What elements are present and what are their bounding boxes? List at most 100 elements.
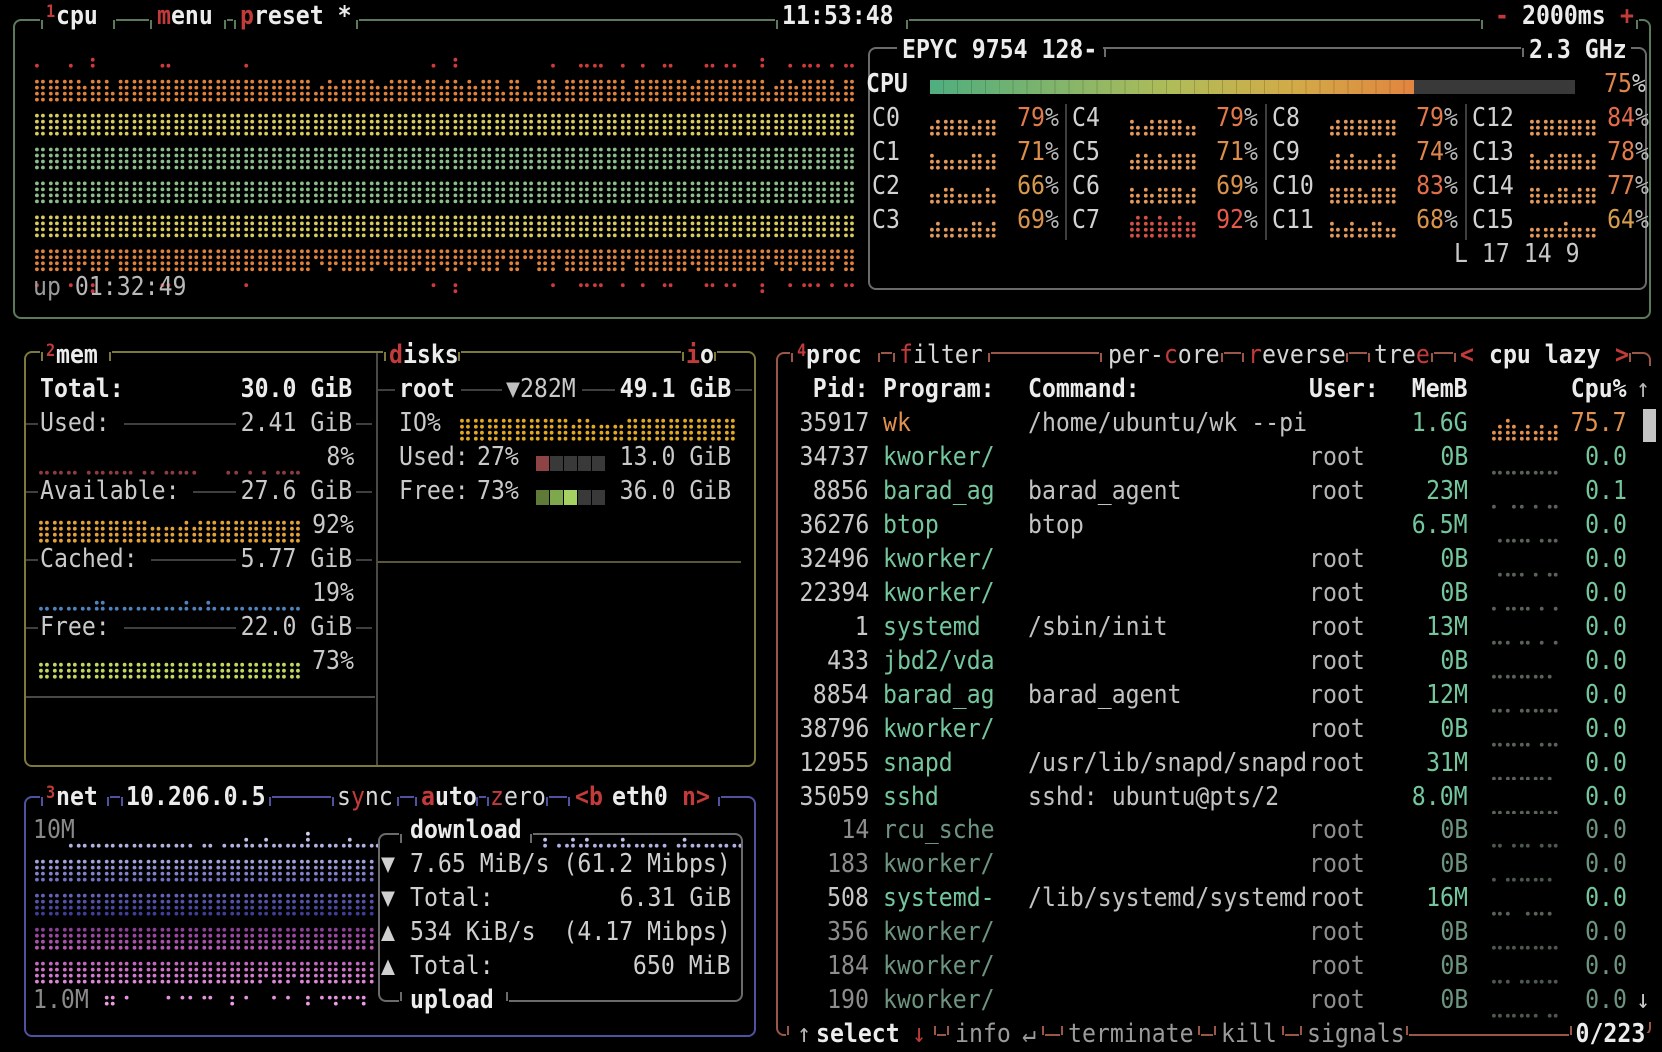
proc-row-user: root xyxy=(1309,611,1365,642)
proc-col-program[interactable]: Program: xyxy=(883,373,995,407)
proc-row-program[interactable]: snapd xyxy=(883,747,953,781)
proc-row-graph xyxy=(1492,606,1558,611)
proc-row-user: root xyxy=(1309,747,1365,778)
proc-row-pid[interactable]: 190 xyxy=(827,984,869,1018)
proc-row-program[interactable]: barad_ag xyxy=(883,475,995,509)
proc-row-pid[interactable]: 8854 xyxy=(813,679,869,713)
proc-row-program[interactable]: kworker/ xyxy=(883,543,995,577)
proc-row-user: root xyxy=(1309,883,1365,914)
proc-row-program[interactable]: kworker/ xyxy=(883,916,995,950)
proc-row-cpu: 0.0 xyxy=(1585,781,1627,812)
proc-row-graph xyxy=(1492,946,1558,950)
proc-row-graph xyxy=(1492,912,1552,916)
proc-row-pid[interactable]: 433 xyxy=(827,645,869,679)
menu-button[interactable]: menu xyxy=(157,0,213,34)
proc-row-pid[interactable]: 8856 xyxy=(813,475,869,509)
net-iface-next-button[interactable]: n> xyxy=(682,781,710,815)
proc-row-program[interactable]: kworker/ xyxy=(883,848,995,882)
proc-row-pid[interactable]: 184 xyxy=(827,950,869,984)
net-zero-button[interactable]: zero xyxy=(490,781,546,815)
proc-row-pid[interactable]: 14 xyxy=(841,814,869,848)
proc-row-pid[interactable]: 12955 xyxy=(799,747,869,781)
proc-scrollbar-thumb[interactable] xyxy=(1643,409,1656,442)
disks-io-button[interactable]: io xyxy=(686,339,714,373)
download-speed-bits: (61.2 Mibps) xyxy=(563,849,731,880)
proc-kill-button[interactable]: kill xyxy=(1221,1018,1277,1052)
proc-signals-button[interactable]: signals xyxy=(1307,1018,1405,1052)
core-pct: 69% xyxy=(1017,204,1059,235)
proc-col-cpu[interactable]: Cpu% xyxy=(1571,373,1627,407)
proc-row-mem: 1.6G xyxy=(1412,408,1468,439)
border-stub xyxy=(234,20,236,29)
proc-col-mem[interactable]: MemB xyxy=(1412,373,1468,407)
proc-row-program[interactable]: systemd xyxy=(883,611,981,645)
disk-used-label: Used: xyxy=(399,442,469,473)
net-auto-button[interactable]: auto xyxy=(421,781,477,815)
clock: 11:53:48 xyxy=(782,1,894,31)
proc-reverse-button[interactable]: reverse xyxy=(1248,339,1346,373)
proc-row-program[interactable]: jbd2/vda xyxy=(883,645,995,679)
proc-row-program[interactable]: btop xyxy=(883,509,939,543)
proc-sort-prev-button[interactable]: < xyxy=(1460,339,1474,373)
proc-filter-button[interactable]: filter xyxy=(899,339,983,373)
proc-row-pid[interactable]: 32496 xyxy=(799,543,869,577)
proc-row-pid[interactable]: 22394 xyxy=(799,577,869,611)
proc-row-program[interactable]: barad_ag xyxy=(883,679,995,713)
proc-select-label: select xyxy=(816,1019,900,1050)
proc-row-pid[interactable]: 35917 xyxy=(799,407,869,441)
proc-col-pid[interactable]: Pid: xyxy=(813,373,869,407)
proc-sort-next-button[interactable]: > xyxy=(1615,339,1629,373)
disk-used-pct: 27% xyxy=(477,442,519,473)
proc-row-pid[interactable]: 508 xyxy=(827,882,869,916)
proc-row-cpu: 0.0 xyxy=(1585,951,1627,982)
proc-row-pid[interactable]: 34737 xyxy=(799,441,869,475)
proc-row-program[interactable]: sshd xyxy=(883,781,939,815)
proc-tree-button[interactable]: tree xyxy=(1374,339,1430,373)
proc-terminate-button[interactable]: terminate xyxy=(1068,1018,1194,1052)
proc-col-user[interactable]: User: xyxy=(1309,373,1379,407)
proc-info-button[interactable]: info xyxy=(955,1018,1011,1052)
proc-row-pid[interactable]: 1 xyxy=(855,611,869,645)
core-label: C12 xyxy=(1472,102,1514,133)
box-number: 4 xyxy=(797,341,807,362)
proc-row-graph xyxy=(1492,708,1558,713)
proc-row-mem: 16M xyxy=(1426,883,1468,914)
proc-row-command: /home/ubuntu/wk --pi xyxy=(1028,408,1308,439)
core-label: C15 xyxy=(1472,204,1514,235)
proc-row-graph xyxy=(1492,419,1558,441)
mem-stat-label: Free: xyxy=(40,611,110,642)
interval-plus-button[interactable]: + xyxy=(1620,0,1634,34)
proc-row-program[interactable]: kworker/ xyxy=(883,950,995,984)
proc-select-up-arrow[interactable]: ↑ xyxy=(797,1018,811,1052)
proc-row-pid[interactable]: 36276 xyxy=(799,509,869,543)
net-sync-button[interactable]: sync xyxy=(337,781,393,815)
proc-row-user: root xyxy=(1309,849,1365,880)
proc-col-command[interactable]: Command: xyxy=(1028,373,1140,407)
proc-row-pid[interactable]: 35059 xyxy=(799,781,869,815)
proc-row-program[interactable]: systemd- xyxy=(883,882,995,916)
proc-row-program[interactable]: kworker/ xyxy=(883,441,995,475)
proc-row-program[interactable]: kworker/ xyxy=(883,577,995,611)
border-line xyxy=(582,389,615,392)
load-average: L 17 14 9 xyxy=(1454,238,1580,269)
proc-row-pid[interactable]: 183 xyxy=(827,848,869,882)
proc-select-down-arrow[interactable]: ↓ xyxy=(912,1018,926,1052)
border-line xyxy=(356,558,372,561)
core-graph xyxy=(1130,119,1196,136)
proc-row-program[interactable]: kworker/ xyxy=(883,713,995,747)
proc-row-pid[interactable]: 356 xyxy=(827,916,869,950)
proc-row-program[interactable]: rcu_sche xyxy=(883,814,995,848)
proc-row-user: root xyxy=(1309,713,1365,744)
proc-percore-button[interactable]: per-core xyxy=(1108,339,1220,373)
interval-minus-button[interactable]: - xyxy=(1495,0,1509,34)
preset-button[interactable]: preset * xyxy=(240,0,352,34)
disk-bar-block xyxy=(536,490,549,506)
core-pct: 69% xyxy=(1216,170,1258,201)
proc-row-program[interactable]: kworker/ xyxy=(883,984,995,1018)
net-iface-prev-button[interactable]: <b xyxy=(575,781,603,815)
border-stub xyxy=(1104,48,1106,57)
core-graph xyxy=(1130,153,1196,170)
proc-row-program[interactable]: wk xyxy=(883,407,911,441)
core-pct: 71% xyxy=(1216,136,1258,167)
proc-row-pid[interactable]: 38796 xyxy=(799,713,869,747)
